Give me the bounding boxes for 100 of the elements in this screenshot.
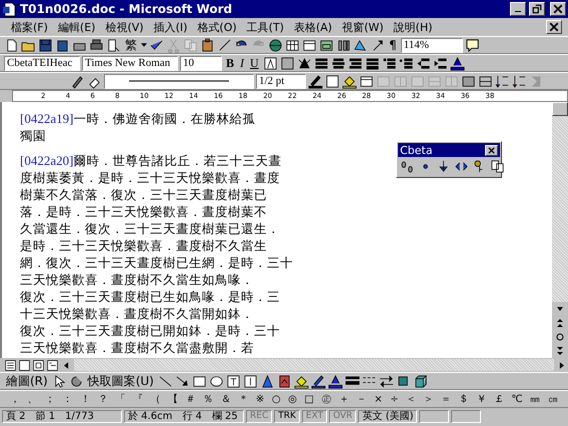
symbol-button[interactable]: ？ — [98, 392, 108, 406]
symbol-button[interactable]: （ — [150, 392, 160, 406]
symbol-button[interactable]: ℃ — [511, 394, 523, 404]
symbol-button[interactable]: 「 — [115, 392, 126, 406]
symbol-button[interactable]: ： — [62, 392, 73, 406]
columns-icon[interactable] — [336, 38, 351, 52]
line-style-dropdown[interactable] — [104, 74, 254, 88]
outside-border-icon[interactable] — [325, 74, 340, 88]
outline-view-icon[interactable] — [46, 358, 59, 372]
menu-item[interactable]: 插入(I) — [148, 20, 192, 34]
symbol-button[interactable]: ＝ — [441, 392, 452, 406]
printer-icon[interactable] — [89, 38, 104, 52]
bulleted-list-icon[interactable] — [398, 56, 414, 70]
symbol-button[interactable]: ㊣ — [321, 392, 332, 406]
symbol-button[interactable]: ＆ — [220, 392, 231, 406]
symbol-button[interactable]: 【 — [168, 392, 178, 406]
autoshapes-menu-button[interactable]: 快取圖案(U) — [86, 372, 156, 390]
zoom-dropdown[interactable]: 114% — [400, 38, 463, 52]
font-color-bar-icon[interactable] — [328, 374, 343, 388]
paint-bucket-icon[interactable] — [342, 74, 357, 88]
increase-indent-icon[interactable] — [432, 56, 448, 70]
align-right-icon[interactable] — [348, 56, 363, 70]
picture-frame-icon[interactable] — [276, 374, 292, 388]
symbol-button[interactable]: ÷ — [390, 394, 398, 404]
symbol-button[interactable]: × — [374, 394, 383, 404]
mode-indicator[interactable]: TRK — [274, 410, 300, 422]
symbol-button[interactable]: ㎝ — [548, 392, 558, 406]
symbol-button[interactable]: ※ — [256, 394, 264, 404]
font-size-dropdown[interactable]: 10 — [180, 56, 222, 70]
scroll-thumb[interactable] — [552, 102, 568, 116]
vertical-text-box-icon[interactable] — [242, 374, 258, 388]
border-color-pen-icon[interactable] — [308, 74, 323, 88]
symbol-button[interactable]: ◎ — [288, 394, 297, 404]
align-left-icon[interactable] — [314, 56, 329, 70]
symbol-button[interactable]: ＋ — [339, 392, 349, 406]
traditional-chinese-button[interactable]: 繁 — [123, 36, 139, 54]
symbol-button[interactable]: 、 — [28, 392, 38, 406]
line-color-pen-icon[interactable] — [310, 374, 326, 388]
symbol-button[interactable]: 『 — [132, 392, 143, 406]
close-button[interactable] — [550, 2, 566, 16]
symbol-button[interactable]: ％ — [203, 392, 214, 406]
character-border-box-icon[interactable] — [262, 56, 278, 70]
line-icon[interactable] — [158, 374, 173, 388]
sort-ascending-arrows-icon[interactable] — [495, 74, 510, 88]
spreadsheet-window-icon[interactable] — [319, 38, 334, 52]
font-color-bar-icon[interactable] — [450, 56, 465, 70]
rectangle-icon[interactable] — [192, 374, 207, 388]
italic-button[interactable]: I — [238, 56, 246, 70]
menu-item[interactable]: 編輯(E) — [52, 20, 100, 34]
close-button[interactable] — [485, 144, 498, 156]
symbol-button[interactable]: ＊ — [238, 392, 248, 406]
symbol-button[interactable]: ㎜ — [530, 392, 540, 406]
window-table-icon[interactable] — [302, 38, 317, 52]
font-dropdown[interactable]: Times New Roman — [82, 56, 178, 70]
menu-item[interactable]: 檢視(V) — [100, 20, 149, 34]
text-box-icon[interactable] — [226, 374, 241, 388]
symbol-button[interactable]: ￡ — [494, 392, 504, 406]
minimize-button[interactable] — [510, 2, 526, 16]
menu-item[interactable]: 工具(T) — [242, 20, 289, 34]
underline-button[interactable]: U — [248, 56, 261, 70]
symbol-button[interactable]: ＞ — [424, 392, 434, 406]
menu-item[interactable]: 視窗(W) — [337, 20, 389, 34]
bold-button[interactable]: B — [224, 56, 236, 70]
3d-cube-icon[interactable] — [412, 374, 428, 388]
style-dropdown[interactable]: CbetaTEIHeac — [4, 56, 80, 70]
distribute-text-icon[interactable] — [364, 56, 380, 70]
print-layout-icon[interactable] — [32, 358, 45, 372]
symbol-button[interactable]: ￥ — [476, 392, 486, 406]
paragraph-mark-button[interactable]: ¶ — [387, 38, 399, 52]
decrease-indent-icon[interactable] — [416, 56, 431, 70]
numbered-list-icon[interactable] — [382, 56, 397, 70]
horizontal-scrollbar[interactable] — [74, 359, 554, 371]
dropdown-arrow-icon[interactable] — [141, 43, 147, 47]
menu-item[interactable]: 表格(A) — [288, 20, 338, 34]
vertical-scrollbar[interactable] — [552, 102, 568, 358]
copy-pages-icon[interactable] — [490, 159, 505, 174]
symbol-button[interactable]: ＄ — [458, 392, 469, 406]
fill-bucket-icon[interactable] — [294, 374, 309, 388]
arrow-icon[interactable] — [174, 374, 190, 388]
symbol-button[interactable]: ； — [45, 392, 56, 406]
table-insert-icon[interactable] — [359, 74, 374, 88]
symbol-button[interactable]: ！ — [80, 392, 90, 406]
symbol-button[interactable]: － — [356, 392, 367, 406]
restore-button[interactable] — [529, 2, 545, 16]
symbol-button[interactable]: ， — [10, 392, 20, 406]
symbol-button[interactable]: ○ — [272, 394, 281, 404]
table-grid-icon[interactable] — [285, 38, 300, 52]
sort-descending-arrows-icon[interactable] — [512, 74, 527, 88]
symbol-button[interactable]: □ — [304, 394, 314, 404]
web-layout-icon[interactable] — [18, 358, 31, 372]
double-arrows-icon[interactable] — [378, 374, 394, 388]
spellcheck-checkmark-icon[interactable] — [149, 38, 164, 52]
clipboard-icon[interactable] — [200, 38, 215, 52]
align-center-icon[interactable] — [330, 56, 346, 70]
symbol-button[interactable]: ＃ — [186, 392, 196, 406]
symbol-button[interactable]: ＜ — [406, 392, 416, 406]
close-document-button[interactable] — [546, 20, 562, 34]
line-weight-dropdown[interactable]: 1/2 pt — [256, 74, 306, 88]
menu-item[interactable]: 說明(H) — [388, 20, 438, 34]
menu-item[interactable]: 格式(O) — [192, 20, 242, 34]
